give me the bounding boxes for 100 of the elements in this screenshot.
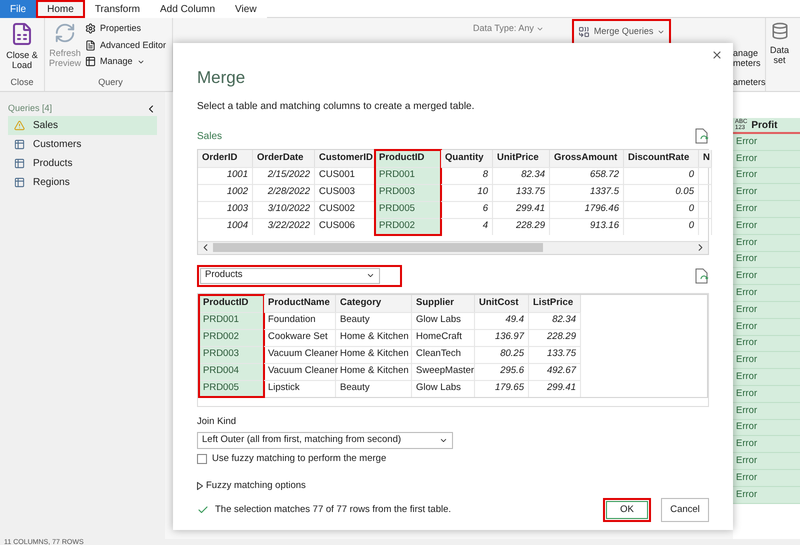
table-column[interactable]: OrderID 1001 1002 1003 1004 <box>198 150 253 234</box>
table-column[interactable]: OrderDate 2/15/2022 2/28/2022 3/10/2022 3/22/2022 <box>253 150 315 234</box>
table-cell: Glow Labs <box>412 312 475 328</box>
table-cell: Beauty <box>336 312 412 328</box>
dropdown-icon <box>366 271 375 280</box>
table-cell: Error <box>733 470 800 487</box>
table-cell: 82.34 <box>493 166 550 184</box>
column-header[interactable]: DiscountRate <box>624 150 699 166</box>
table-cell: PRD002 <box>199 328 264 346</box>
table-cell: 299.41 <box>529 380 581 396</box>
table-column[interactable]: ProductID PRD001 PRD003 PRD005 PRD002 <box>375 150 441 234</box>
table-cell: 1002 <box>198 184 253 200</box>
column-header[interactable]: OrderID <box>198 150 253 166</box>
ok-button[interactable]: OK <box>603 498 651 522</box>
check-icon <box>197 504 209 516</box>
properties-button[interactable]: Properties <box>85 22 166 36</box>
fuzzy-checkbox[interactable]: Use fuzzy matching to perform the merge <box>197 452 709 466</box>
column-header[interactable]: ListPrice <box>529 294 581 312</box>
column-header[interactable]: Supplier <box>412 294 475 312</box>
table-column[interactable]: N <box>699 150 712 234</box>
table-cell: Error <box>733 252 800 268</box>
data-source-button[interactable]: Data set <box>766 18 790 91</box>
scrollbar-thumb[interactable] <box>213 243 543 252</box>
advanced-editor-button[interactable]: Advanced Editor <box>85 38 166 52</box>
cancel-button[interactable]: Cancel <box>661 498 709 522</box>
merge-queries-button[interactable]: Merge Queries <box>572 19 672 45</box>
join-kind-label: Join Kind <box>197 414 238 428</box>
join-kind-select[interactable]: Left Outer (all from first, matching from second) <box>197 432 453 449</box>
table-column[interactable]: Quantity 8 10 6 4 <box>441 150 493 234</box>
table-cell: 2/15/2022 <box>253 166 315 184</box>
table-cell: 228.29 <box>493 218 550 234</box>
data-source-icon <box>770 22 788 40</box>
match-status: The selection matches 77 of 77 rows from the first table. <box>197 502 452 518</box>
table-cell: PRD005 <box>375 200 441 218</box>
query-item[interactable]: Regions <box>8 172 157 192</box>
table-column[interactable]: UnitPrice 82.34 133.75 299.41 228.29 <box>493 150 550 234</box>
table-cell: 136.97 <box>475 328 529 346</box>
table-column[interactable]: Supplier Glow Labs HomeCraft CleanTech SweepMaster Glow Labs <box>412 294 475 396</box>
table-cell: 658.72 <box>550 166 624 184</box>
query-item[interactable]: Products <box>8 154 157 172</box>
table-cell: 3/22/2022 <box>253 218 315 234</box>
table-cell: Error <box>733 386 800 403</box>
column-header[interactable]: GrossAmount <box>550 150 624 166</box>
table-cell: PRD002 <box>375 218 441 234</box>
close-load-button[interactable]: Close & Load <box>6 18 38 70</box>
table-cell: Vacuum Cleaner <box>264 346 336 362</box>
table-cell: 6 <box>441 200 493 218</box>
table-cell: Error <box>733 134 800 151</box>
refresh-preview-icon[interactable] <box>695 268 709 284</box>
table-cell: Cookware Set <box>264 328 336 346</box>
table-cell: Error <box>733 302 800 319</box>
column-header[interactable]: OrderDate <box>253 150 315 166</box>
warning-icon <box>14 120 25 130</box>
group-label: ameters <box>733 76 765 88</box>
table-column[interactable]: ProductName Foundation Cookware Set Vacuum Cleaner Vacuum Cleaner Lipstick <box>264 294 336 396</box>
query-item[interactable]: Sales <box>8 116 157 134</box>
table-column[interactable]: ListPrice 82.34 228.29 133.75 492.67 299.41 <box>529 294 581 396</box>
column-header[interactable]: Category <box>336 294 412 312</box>
table-cell: 492.67 <box>529 362 581 380</box>
table-cell: Error <box>733 336 800 352</box>
table-cell: 0.05 <box>624 184 699 200</box>
table-cell: PRD004 <box>199 362 264 380</box>
horizontal-scrollbar[interactable] <box>198 240 708 254</box>
table-cell: 3/10/2022 <box>253 200 315 218</box>
column-header[interactable]: UnitPrice <box>493 150 550 166</box>
data-type-label[interactable]: Data Type: Any <box>473 22 544 36</box>
table-cell: 1004 <box>198 218 253 234</box>
table-cell: 133.75 <box>493 184 550 200</box>
refresh-icon <box>54 22 76 44</box>
table-cell: 133.75 <box>529 346 581 362</box>
manage-button[interactable]: Manage <box>85 55 166 68</box>
column-header[interactable]: CustomerID <box>315 150 375 166</box>
dialog-title: Merge <box>197 67 246 89</box>
merge-icon <box>578 26 590 38</box>
close-icon[interactable] <box>711 49 723 61</box>
table-cell: Error <box>733 168 800 184</box>
table-cell: PRD003 <box>375 184 441 200</box>
checkbox[interactable] <box>197 454 207 464</box>
table-cell: Error <box>733 218 800 235</box>
parameters-button[interactable]: anage meters <box>733 18 765 68</box>
column-header[interactable]: ProductName <box>264 294 336 312</box>
column-header[interactable]: N <box>699 150 712 166</box>
query-item[interactable]: Customers <box>8 134 157 154</box>
table-column[interactable]: UnitCost 49.4 136.97 80.25 295.6 179.65 <box>475 294 529 396</box>
column-header[interactable]: Quantity <box>441 150 493 166</box>
table-column[interactable]: GrossAmount 658.72 1337.5 1796.46 913.16 <box>550 150 624 234</box>
ribbon-tab[interactable]: File <box>0 0 36 18</box>
panel-title: Queries [4] <box>8 102 52 115</box>
refresh-preview-icon[interactable] <box>695 128 709 144</box>
properties-icon <box>85 23 96 34</box>
table-cell: 1001 <box>198 166 253 184</box>
table-column[interactable]: ProductID PRD001 PRD002 PRD003 PRD004 PRD005 <box>199 294 264 396</box>
expand-icon <box>197 482 203 490</box>
table-cell: 49.4 <box>475 312 529 328</box>
fuzzy-options-toggle[interactable]: Fuzzy matching options <box>197 479 709 494</box>
column-header[interactable]: UnitCost <box>475 294 529 312</box>
table-column[interactable]: DiscountRate 0 0.05 0 0 <box>624 150 699 234</box>
table-cell: Home & Kitchen <box>336 328 412 346</box>
table-cell: PRD003 <box>199 346 264 362</box>
ribbon-tab[interactable]: Home <box>36 0 85 18</box>
